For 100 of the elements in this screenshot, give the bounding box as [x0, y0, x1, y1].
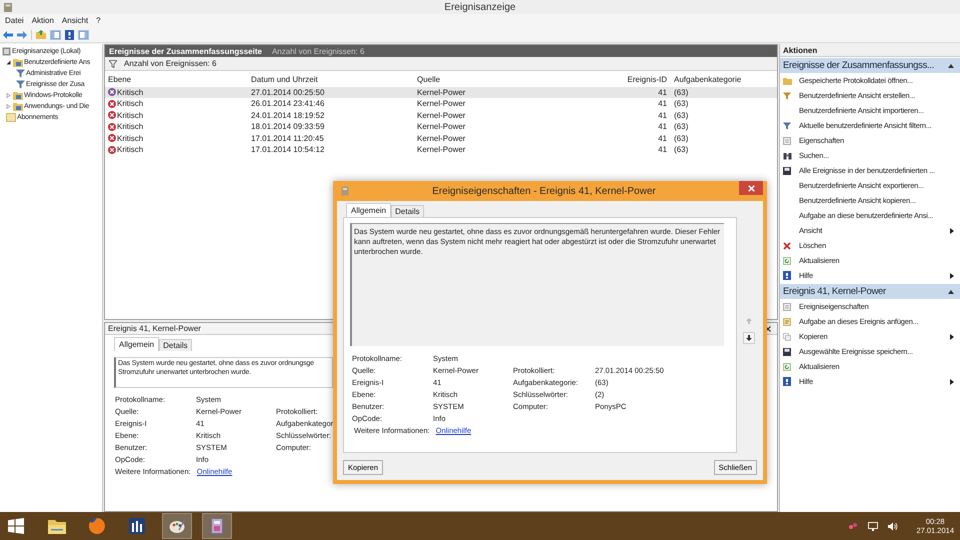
- browser-icon: [89, 518, 105, 534]
- table-cell: 41: [658, 122, 667, 132]
- filter-icon: [783, 122, 791, 130]
- help-icon[interactable]: [65, 30, 74, 40]
- table-cell: Kernel-Power: [417, 99, 466, 108]
- table-row[interactable]: Kritisch 17.01.2014 11:20:45 Kernel-Power 41 (63): [105, 132, 777, 144]
- folder-icon: [13, 102, 23, 111]
- table-cell: 41: [658, 134, 667, 143]
- folder-icon: [783, 76, 792, 84]
- table-cell: (63): [674, 99, 688, 108]
- help-icon: [783, 271, 791, 280]
- down-arrow-icon: [746, 335, 752, 341]
- table-cell: 41: [658, 110, 667, 120]
- palette-taskbar-button[interactable]: [162, 513, 192, 539]
- collapse-icon[interactable]: [948, 290, 954, 294]
- section-header[interactable]: Ereignisse der Zusammenfassungss...: [780, 58, 960, 73]
- table-cell: Kritisch: [117, 145, 144, 154]
- network-icon[interactable]: [848, 522, 858, 530]
- column-header[interactable]: Ereignis-ID: [612, 75, 671, 84]
- viewer-taskbar-button[interactable]: [202, 513, 232, 539]
- properties-icon: [783, 136, 791, 144]
- collapse-icon[interactable]: [948, 64, 954, 68]
- forward-arrow-icon[interactable]: [17, 30, 27, 38]
- table-cell: Kritisch: [117, 134, 144, 143]
- section-title: Ereignis 41, Kernel-Power: [783, 286, 886, 297]
- table-cell: Kritisch: [117, 110, 144, 120]
- actions-header: Aktionen: [780, 44, 960, 57]
- table-cell: 41: [658, 99, 667, 108]
- menu-item[interactable]: Ansicht: [62, 16, 88, 25]
- table-cell: 27.01.2014 00:25:50: [251, 88, 324, 97]
- close-button[interactable]: [739, 181, 763, 195]
- table-cell: Kritisch: [117, 99, 144, 108]
- equalizer-icon: [129, 518, 145, 534]
- error-icon: [108, 134, 116, 142]
- palette-icon: [169, 518, 185, 534]
- table-cell: (63): [674, 145, 688, 154]
- folder-icon: [13, 91, 23, 100]
- column-header[interactable]: Quelle: [414, 75, 612, 84]
- binoculars-icon: [783, 152, 792, 160]
- menu-item[interactable]: Aktion: [32, 16, 54, 25]
- table-cell: (63): [674, 122, 688, 132]
- table-cell: 24.01.2014 18:19:52: [251, 110, 324, 120]
- table-cell: 18.01.2014 09:33:59: [251, 122, 324, 132]
- error-icon: [108, 122, 116, 131]
- table-cell: 26.01.2014 23:41:46: [251, 99, 324, 108]
- table-cell: (63): [674, 88, 688, 97]
- panel-icon[interactable]: [50, 30, 61, 40]
- properties-icon: [783, 302, 791, 310]
- subscription-icon: [6, 113, 16, 122]
- panel-icon[interactable]: [78, 30, 89, 40]
- column-header[interactable]: Ebene: [105, 75, 248, 84]
- event-viewer-icon: [211, 518, 223, 534]
- section-header[interactable]: Ereignis 41, Kernel-Power: [780, 284, 960, 299]
- table-row[interactable]: Kritisch 18.01.2014 09:33:59 Kernel-Power 41 (63): [105, 121, 777, 132]
- folder-icon[interactable]: [36, 30, 46, 39]
- up-arrow-icon: [746, 318, 752, 324]
- error-icon: [108, 111, 116, 120]
- event-viewer-icon: [2, 47, 11, 56]
- menu-item[interactable]: ?: [96, 16, 101, 25]
- selected-row[interactable]: Kritisch 27.01.2014 00:25:50 Kernel-Power 41 (63): [105, 86, 777, 98]
- speaker-icon[interactable]: [888, 522, 898, 530]
- copy-icon: [783, 332, 791, 340]
- table-cell: Kritisch: [117, 88, 144, 97]
- next-button[interactable]: [743, 332, 755, 344]
- folder-icon: [13, 58, 23, 67]
- filter-icon: [783, 92, 791, 100]
- folder-icon: [48, 518, 66, 534]
- section-title: Ereignisse der Zusammenfassungss...: [783, 60, 934, 71]
- table-cell: (63): [674, 134, 688, 143]
- tab[interactable]: Details: [159, 339, 192, 351]
- window-title: Ereignisanzeige: [443, 2, 517, 12]
- help-icon: [783, 377, 791, 386]
- app-icon: [341, 186, 349, 196]
- close-icon[interactable]: [765, 326, 771, 332]
- dialog-title: Ereigniseigenschaften - Ereignis 41, Kernel-Power: [431, 186, 657, 196]
- column-header[interactable]: Aufgabenkategorie: [671, 75, 774, 84]
- expander-icon[interactable]: [6, 60, 11, 65]
- table-cell: Kernel-Power: [417, 110, 466, 120]
- monitor-icon[interactable]: [868, 522, 878, 530]
- summary-title: Ereignisse der Zusammenfassungsseite: [109, 46, 262, 56]
- menu-item[interactable]: Datei: [5, 16, 24, 25]
- close-icon: [748, 184, 754, 192]
- table-row[interactable]: Kritisch 24.01.2014 18:19:52 Kernel-Power 41 (63): [105, 110, 777, 121]
- tab[interactable]: Details: [391, 205, 424, 217]
- filter-label: Anzahl von Ereignissen: 6: [124, 59, 216, 68]
- back-arrow-icon[interactable]: [3, 30, 13, 38]
- pane-title: Ereignis 41, Kernel-Power: [108, 324, 201, 333]
- table-row[interactable]: Kritisch 17.01.2014 10:54:12 Kernel-Power 41 (63): [105, 144, 777, 156]
- column-header[interactable]: Datum und Uhrzeit: [248, 75, 414, 84]
- table-cell: Kernel-Power: [417, 88, 466, 97]
- table-cell: Kernel-Power: [417, 122, 466, 132]
- table-cell: Kernel-Power: [417, 134, 466, 143]
- tab[interactable]: Allgemein: [114, 337, 160, 351]
- critical-icon: [108, 88, 116, 96]
- tab[interactable]: Allgemein: [346, 203, 392, 217]
- start-icon[interactable]: [8, 518, 24, 534]
- app-icon: [3, 2, 13, 12]
- table-cell: 41: [658, 145, 667, 154]
- table-cell: (63): [674, 110, 688, 120]
- table-row[interactable]: Kritisch 26.01.2014 23:41:46 Kernel-Power 41 (63): [105, 98, 777, 110]
